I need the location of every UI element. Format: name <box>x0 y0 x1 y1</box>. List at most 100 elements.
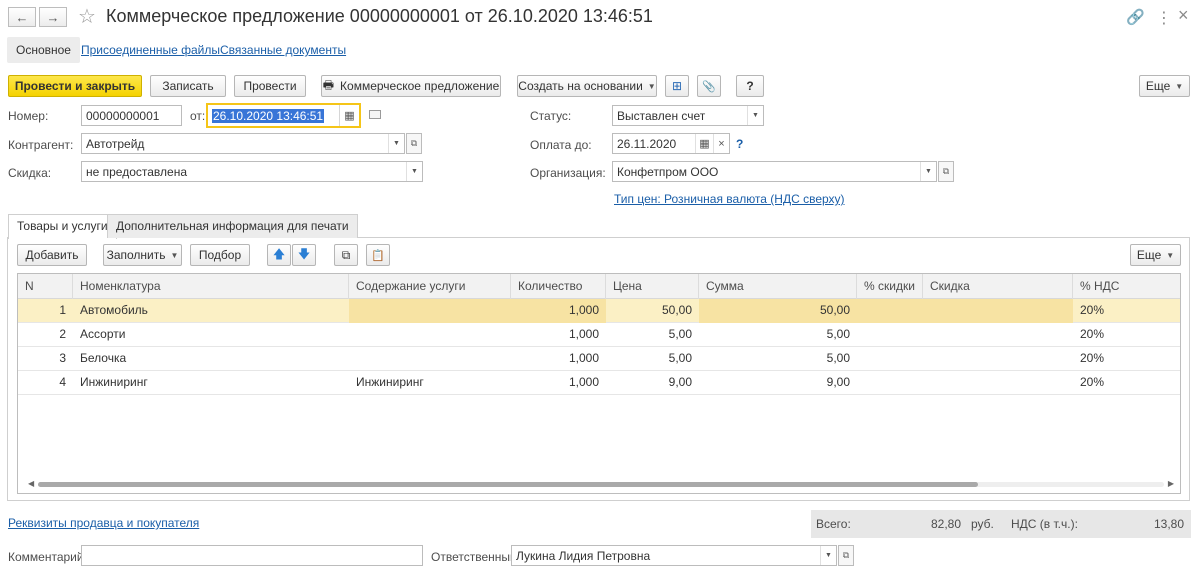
col-header-nomenclature[interactable]: Номенклатура <box>73 274 349 299</box>
contractor-value: Автотрейд <box>86 136 145 151</box>
chevron-down-icon[interactable]: ▼ <box>920 162 936 181</box>
cell-n: 1 <box>59 303 66 317</box>
scroll-thumb[interactable] <box>38 482 978 487</box>
chevron-down-icon: ▼ <box>1175 81 1184 91</box>
copy-rows-button[interactable]: ⧉ <box>334 244 358 266</box>
calendar-icon[interactable]: ▦ <box>339 105 359 126</box>
col-header-vat-pct[interactable]: % НДС <box>1073 274 1180 299</box>
discount-select[interactable]: не предоставлена ▼ <box>81 161 423 182</box>
post-button[interactable]: Провести <box>234 75 306 97</box>
contractor-open-icon[interactable]: ⧉ <box>406 133 422 154</box>
cell-quantity: 1,000 <box>511 299 606 323</box>
paperclip-icon: 📎 <box>702 80 716 93</box>
table-row[interactable]: 3 Белочка 1,000 5,00 5,00 20% <box>18 347 1180 371</box>
price-type-link[interactable]: Тип цен: Розничная валюта (НДС сверху) <box>614 192 845 206</box>
responsible-label: Ответственный: <box>431 550 521 564</box>
number-label: Номер: <box>8 109 49 123</box>
table-row[interactable]: 2 Ассорти 1,000 5,00 5,00 20% <box>18 323 1180 347</box>
create-based-on-button[interactable]: Создать на основании ▼ <box>517 75 657 97</box>
cell-n: 2 <box>59 327 66 341</box>
attach-button[interactable]: 📎 <box>697 75 721 97</box>
organization-open-icon[interactable]: ⧉ <box>938 161 954 182</box>
scroll-right-icon[interactable]: ▶ <box>1168 479 1174 488</box>
commercial-offer-print-button[interactable]: 🖶 Коммерческое предложение <box>321 75 501 97</box>
pay-until-field[interactable]: 26.11.2020 ▦ × <box>612 133 730 154</box>
date-field[interactable]: 26.10.2020 13:46:51 ▦ <box>206 103 361 128</box>
scroll-left-icon[interactable]: ◀ <box>28 479 34 488</box>
paste-icon: 📋 <box>371 249 385 262</box>
status-select[interactable]: Выставлен счет ▼ <box>612 105 764 126</box>
fill-button[interactable]: Заполнить ▼ <box>103 244 182 266</box>
responsible-open-icon[interactable]: ⧉ <box>838 545 854 566</box>
chevron-down-icon[interactable]: ▼ <box>406 162 422 181</box>
help-button[interactable]: ? <box>736 75 764 97</box>
structure-button[interactable]: ⊞ <box>665 75 689 97</box>
move-down-button[interactable]: 🡇 <box>292 244 316 266</box>
pay-until-label: Оплата до: <box>530 138 592 152</box>
forward-button[interactable]: → <box>39 7 67 27</box>
calendar-icon[interactable]: ▦ <box>695 134 713 153</box>
cell-discount <box>923 323 1073 347</box>
comment-history-icon[interactable] <box>369 110 381 119</box>
cell-service-content <box>349 347 511 371</box>
more-menu-icon[interactable]: ⋮ <box>1156 8 1172 28</box>
pick-button[interactable]: Подбор <box>190 244 250 266</box>
pay-until-help-icon[interactable]: ? <box>736 137 743 151</box>
comment-input[interactable] <box>81 545 423 566</box>
cell-price: 9,00 <box>668 375 692 389</box>
close-icon[interactable]: × <box>1178 5 1189 26</box>
cell-quantity: 1,000 <box>568 327 599 341</box>
chevron-down-icon: ▼ <box>1166 250 1175 260</box>
tab-goods-services[interactable]: Товары и услуги <box>8 214 117 239</box>
discount-label: Скидка: <box>8 166 52 180</box>
tab-attached-files[interactable]: Присоединенные файлы <box>81 43 220 57</box>
col-header-quantity[interactable]: Количество <box>511 274 606 299</box>
arrow-down-icon: 🡇 <box>297 246 311 261</box>
back-button[interactable]: ← <box>8 7 36 27</box>
table-row[interactable]: 4 Инжиниринг Инжиниринг 1,000 9,00 9,00 … <box>18 371 1180 395</box>
horizontal-scrollbar[interactable]: ◀ ▶ <box>28 479 1174 488</box>
tab-related-documents[interactable]: Связанные документы <box>220 43 346 57</box>
chevron-down-icon[interactable]: ▼ <box>747 106 763 125</box>
tab-extra-print-info[interactable]: Дополнительная информация для печати <box>107 214 358 238</box>
col-header-sum[interactable]: Сумма <box>699 274 857 299</box>
more-button[interactable]: Еще ▼ <box>1139 75 1190 97</box>
number-field[interactable]: 00000000001 <box>81 105 182 126</box>
cell-service-content: Инжиниринг <box>356 375 424 389</box>
post-and-close-button[interactable]: Провести и закрыть <box>8 75 142 97</box>
chevron-down-icon: ▼ <box>170 250 179 260</box>
favorite-star-icon[interactable]: ☆ <box>78 4 96 29</box>
cell-discount-pct <box>857 299 923 323</box>
organization-field[interactable]: Конфетпром ООО ▼ <box>612 161 937 182</box>
chevron-down-icon[interactable]: ▼ <box>820 546 836 565</box>
add-row-button[interactable]: Добавить <box>17 244 87 266</box>
responsible-field[interactable]: Лукина Лидия Петровна ▼ <box>511 545 837 566</box>
cell-service-content <box>349 299 511 323</box>
clear-icon[interactable]: × <box>713 134 729 153</box>
col-header-price[interactable]: Цена <box>606 274 699 299</box>
move-up-button[interactable]: 🡅 <box>267 244 291 266</box>
link-icon[interactable]: 🔗 <box>1126 8 1145 26</box>
goods-table[interactable]: N Номенклатура Содержание услуги Количес… <box>17 273 1181 494</box>
save-label: Записать <box>162 79 214 93</box>
seller-buyer-requisites-link[interactable]: Реквизиты продавца и покупателя <box>8 516 199 530</box>
cell-discount <box>923 347 1073 371</box>
col-header-service-content[interactable]: Содержание услуги <box>349 274 511 299</box>
chevron-down-icon[interactable]: ▼ <box>388 134 404 153</box>
col-header-n[interactable]: N <box>18 274 73 299</box>
responsible-value: Лукина Лидия Петровна <box>516 548 651 563</box>
table-row[interactable]: 1 Автомобиль 1,000 50,00 50,00 20% <box>18 299 1180 323</box>
cell-discount-pct <box>857 323 923 347</box>
totals-bar: Всего: 82,80 руб. НДС (в т.ч.): 13,80 <box>811 510 1191 538</box>
tab-main[interactable]: Основное <box>7 37 80 63</box>
table-more-button[interactable]: Еще ▼ <box>1130 244 1181 266</box>
col-header-discount[interactable]: Скидка <box>923 274 1073 299</box>
comment-label: Комментарий: <box>8 550 87 564</box>
paste-rows-button[interactable]: 📋 <box>366 244 390 266</box>
cell-discount <box>923 299 1073 323</box>
cell-nomenclature: Белочка <box>80 351 127 365</box>
save-button[interactable]: Записать <box>150 75 226 97</box>
page-title: Коммерческое предложение 00000000001 от … <box>106 6 653 26</box>
contractor-field[interactable]: Автотрейд ▼ <box>81 133 405 154</box>
col-header-discount-pct[interactable]: % скидки <box>857 274 923 299</box>
